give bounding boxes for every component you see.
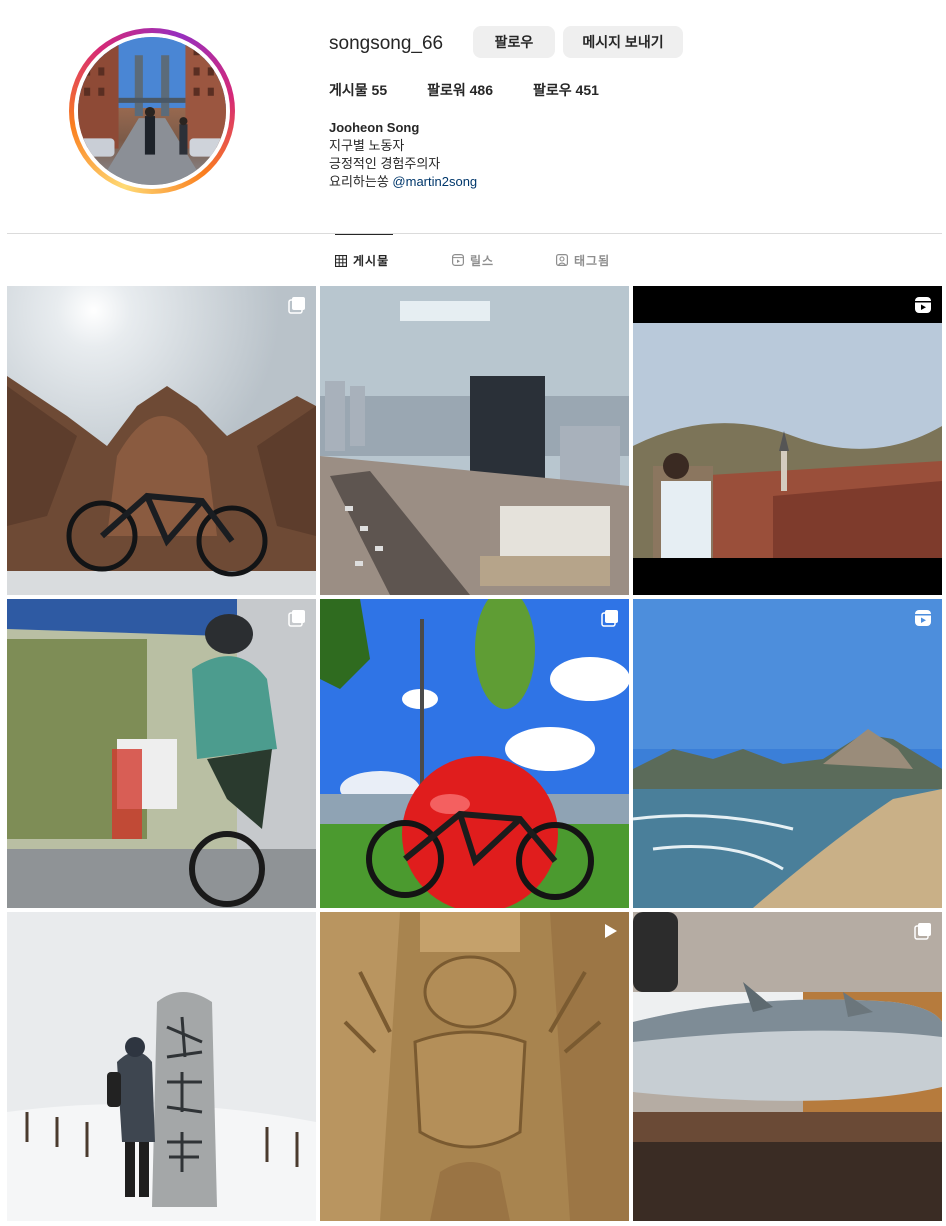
tab-posts[interactable]: 게시물 <box>335 234 393 286</box>
tab-label: 게시물 <box>353 254 390 268</box>
carousel-icon <box>914 923 931 940</box>
post-tile[interactable] <box>633 599 942 908</box>
carousel-icon <box>288 610 305 627</box>
message-button[interactable]: 메시지 보내기 <box>563 26 683 58</box>
tagged-icon <box>556 254 568 266</box>
followers-count[interactable]: 팔로워 486 <box>427 80 493 100</box>
post-image-cyclist <box>7 599 316 908</box>
tab-label: 릴스 <box>470 253 495 268</box>
post-image-snow-summit <box>7 912 316 1221</box>
profile-header: songsong_66 팔로우 메시지 보내기 게시물 55 팔로워 486 팔… <box>0 0 946 234</box>
tab-tagged[interactable]: 태그됨 <box>556 234 610 286</box>
profile-tabs: 게시물 릴스 태그됨 <box>0 234 946 286</box>
bio-line: 긍정적인 경험주의자 <box>329 156 441 171</box>
grid-icon <box>335 254 347 267</box>
avatar[interactable] <box>78 37 226 185</box>
video-icon <box>605 924 617 938</box>
story-ring[interactable] <box>69 28 235 194</box>
post-image-apple-bike <box>320 599 629 908</box>
post-tile[interactable] <box>7 912 316 1221</box>
reels-icon <box>915 297 931 313</box>
posts-count: 게시물 55 <box>329 82 388 98</box>
bio-line: 요리하는쏭 @martin2song <box>329 173 477 191</box>
post-image-beach <box>633 599 942 908</box>
carousel-icon <box>288 297 305 314</box>
following-count[interactable]: 팔로우 451 <box>533 80 599 100</box>
post-tile[interactable] <box>633 912 942 1221</box>
post-image-bike-statue <box>7 286 316 595</box>
tab-label: 태그됨 <box>574 253 611 268</box>
bio-mention-link[interactable]: @martin2song <box>392 174 477 189</box>
reels-icon <box>915 610 931 626</box>
post-tile[interactable] <box>633 286 942 595</box>
post-image-relief <box>320 912 629 1221</box>
tab-reels[interactable]: 릴스 <box>452 234 494 286</box>
carousel-icon <box>601 610 618 627</box>
post-image-city <box>320 286 629 595</box>
reels-icon <box>452 254 464 266</box>
profile-username: songsong_66 <box>329 33 444 54</box>
profile-stats: 게시물 55 팔로워 486 팔로우 451 <box>329 80 639 100</box>
post-image-fish <box>633 912 942 1221</box>
follow-button[interactable]: 팔로우 <box>473 26 555 58</box>
bio-line: 지구별 노동자 <box>329 138 405 153</box>
post-tile[interactable] <box>7 599 316 908</box>
bio-line-text: 요리하는쏭 <box>329 174 393 189</box>
post-tile[interactable] <box>320 286 629 595</box>
avatar-photo <box>78 37 226 185</box>
profile-bio: Jooheon Song 지구별 노동자 긍정적인 경험주의자 요리하는쏭 @m… <box>329 119 477 191</box>
post-tile[interactable] <box>320 912 629 1221</box>
post-tile[interactable] <box>320 599 629 908</box>
bio-full-name: Jooheon Song <box>329 120 420 135</box>
post-image-old-town <box>633 286 942 595</box>
post-tile[interactable] <box>7 286 316 595</box>
